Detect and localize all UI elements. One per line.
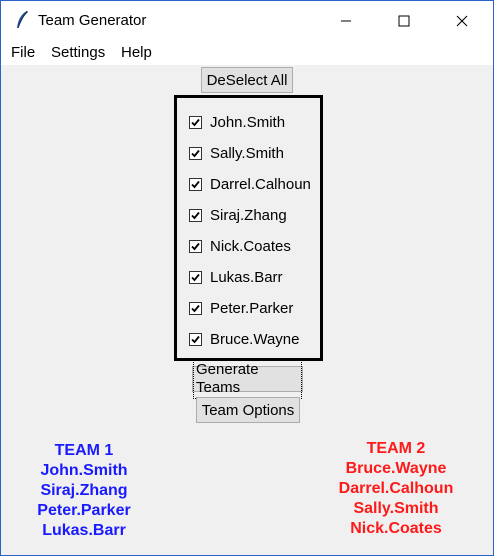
player-label: John.Smith	[210, 113, 286, 131]
minimize-button[interactable]	[317, 2, 375, 40]
player-row[interactable]: Bruce.Wayne	[189, 329, 299, 349]
menu-file[interactable]: File	[11, 44, 35, 61]
team1-panel: TEAM 1 John.Smith Siraj.Zhang Peter.Park…	[20, 441, 148, 541]
team2-member: Bruce.Wayne	[345, 460, 447, 477]
team2-member: Darrel.Calhoun	[338, 480, 454, 497]
checkbox[interactable]	[189, 146, 202, 160]
menu-help[interactable]: Help	[121, 44, 152, 61]
menu-settings[interactable]: Settings	[51, 44, 105, 61]
team2-member: Sally.Smith	[353, 500, 439, 517]
player-label: Siraj.Zhang	[210, 206, 287, 224]
title-bar[interactable]: Team Generator	[1, 1, 493, 39]
close-button[interactable]	[433, 2, 491, 40]
player-row[interactable]: John.Smith	[189, 112, 285, 132]
team2-panel: TEAM 2 Bruce.Wayne Darrel.Calhoun Sally.…	[330, 439, 462, 539]
team1-member: Peter.Parker	[37, 502, 131, 519]
team1-member: Siraj.Zhang	[40, 482, 128, 499]
checkbox[interactable]	[189, 115, 202, 129]
player-row[interactable]: Siraj.Zhang	[189, 205, 287, 225]
team2-member: Nick.Coates	[350, 520, 442, 537]
team-options-button[interactable]: Team Options	[196, 397, 300, 423]
team1-member: John.Smith	[40, 462, 128, 479]
checkbox[interactable]	[189, 239, 202, 253]
player-label: Bruce.Wayne	[210, 330, 300, 348]
player-row[interactable]: Lukas.Barr	[189, 267, 283, 287]
player-row[interactable]: Nick.Coates	[189, 236, 291, 256]
feather-icon	[14, 10, 30, 30]
player-checklist: John.Smith Sally.Smith Darrel.Calhoun Si…	[174, 95, 323, 361]
player-label: Nick.Coates	[210, 237, 291, 255]
player-row[interactable]: Darrel.Calhoun	[189, 174, 311, 194]
checkbox[interactable]	[189, 208, 202, 222]
player-row[interactable]: Peter.Parker	[189, 298, 293, 318]
player-label: Peter.Parker	[210, 299, 294, 317]
window-title: Team Generator	[38, 12, 147, 29]
menu-bar: File Settings Help	[1, 39, 493, 65]
player-row[interactable]: Sally.Smith	[189, 143, 284, 163]
checkbox[interactable]	[189, 332, 202, 346]
deselect-all-button[interactable]: DeSelect All	[201, 67, 293, 93]
player-label: Sally.Smith	[210, 144, 284, 162]
team1-member: Lukas.Barr	[42, 522, 126, 539]
generate-teams-button[interactable]: Generate Teams	[192, 359, 303, 399]
team2-title: TEAM 2	[366, 440, 426, 457]
player-label: Lukas.Barr	[210, 268, 283, 286]
maximize-button[interactable]	[375, 2, 433, 40]
generate-teams-label: Generate Teams	[193, 359, 302, 399]
checkbox[interactable]	[189, 177, 202, 191]
checkbox[interactable]	[189, 301, 202, 315]
player-label: Darrel.Calhoun	[210, 175, 311, 193]
checkbox[interactable]	[189, 270, 202, 284]
team1-title: TEAM 1	[54, 442, 114, 459]
